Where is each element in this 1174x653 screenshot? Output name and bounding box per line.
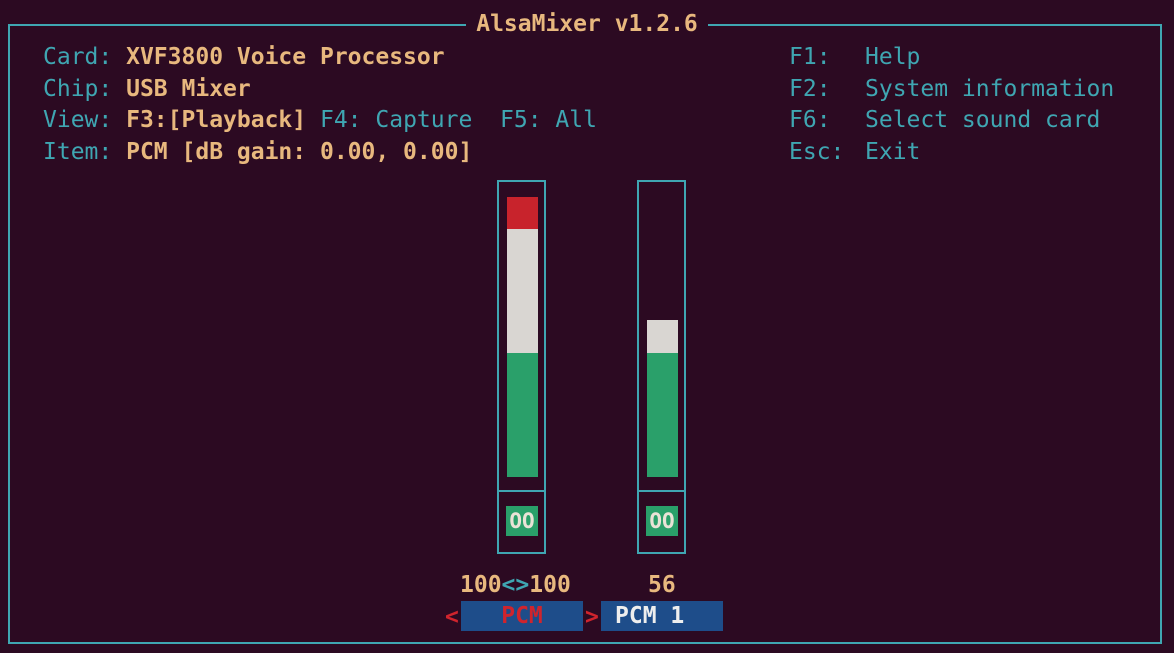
green-level-segment (507, 353, 538, 477)
window-title: AlsaMixer v1.2.6 (0, 9, 1174, 39)
help-key: F2: (789, 76, 831, 102)
help-label: Exit (865, 139, 921, 165)
pcm-value-sep: <> (501, 572, 530, 598)
pcm1-mute-toggle[interactable]: OO (637, 490, 686, 554)
pcm1-volume-slider[interactable] (637, 180, 686, 492)
view-line: View: F3:[Playback] F4: Capture F5: All (43, 104, 597, 136)
help-esc[interactable]: Esc: Exit (789, 136, 920, 168)
help-f6[interactable]: F6: Select sound card (789, 104, 1100, 136)
pcm1-mute-indicator: OO (646, 506, 678, 536)
pcm-value-left: 100 (460, 572, 502, 598)
item-line: Item: PCM [dB gain: 0.00, 0.00] (43, 136, 472, 168)
help-label: Help (865, 44, 921, 70)
pcm-control-label[interactable]: PCM (461, 601, 583, 631)
help-key: F1: (789, 44, 831, 70)
pcm1-value: 56 (648, 572, 676, 598)
pcm-mute-toggle[interactable]: OO (497, 490, 546, 554)
pcm1-control-label[interactable]: PCM 1 (601, 601, 723, 631)
title-text: AlsaMixer v1.2.6 (466, 11, 708, 37)
pcm-value-right: 100 (529, 572, 571, 598)
pcm-volume-slider[interactable] (497, 180, 546, 492)
help-f1[interactable]: F1: Help (789, 41, 920, 73)
selection-right-arrow: > (585, 604, 599, 630)
help-key: Esc: (789, 139, 845, 165)
help-key: F6: (789, 107, 831, 133)
card-line: Card: XVF3800 Voice Processor (43, 41, 445, 73)
view-label: View: (43, 107, 113, 133)
chip-line: Chip: USB Mixer (43, 73, 251, 105)
item-label: Item: (43, 139, 113, 165)
red-level-segment (507, 197, 538, 229)
pcm1-control-label-text: PCM 1 (615, 603, 685, 629)
chip-label: Chip: (43, 76, 113, 102)
selection-left-arrow: < (445, 604, 459, 630)
pcm-mute-indicator: OO (506, 506, 538, 536)
white-level-segment (647, 320, 678, 353)
view-playback-tab[interactable]: F3:[Playback] (126, 107, 306, 133)
help-f2[interactable]: F2: System information (789, 73, 1114, 105)
chip-value: USB Mixer (126, 76, 251, 102)
item-value: PCM [dB gain: 0.00, 0.00] (126, 139, 473, 165)
white-level-segment (507, 229, 538, 353)
green-level-segment (647, 353, 678, 477)
view-capture-tab[interactable]: F4: Capture (320, 107, 472, 133)
help-label: Select sound card (865, 107, 1101, 133)
card-value: XVF3800 Voice Processor (126, 44, 445, 70)
view-all-tab[interactable]: F5: All (500, 107, 597, 133)
help-label: System information (865, 76, 1115, 102)
pcm-value: 100<>100 (460, 570, 571, 600)
card-label: Card: (43, 44, 113, 70)
